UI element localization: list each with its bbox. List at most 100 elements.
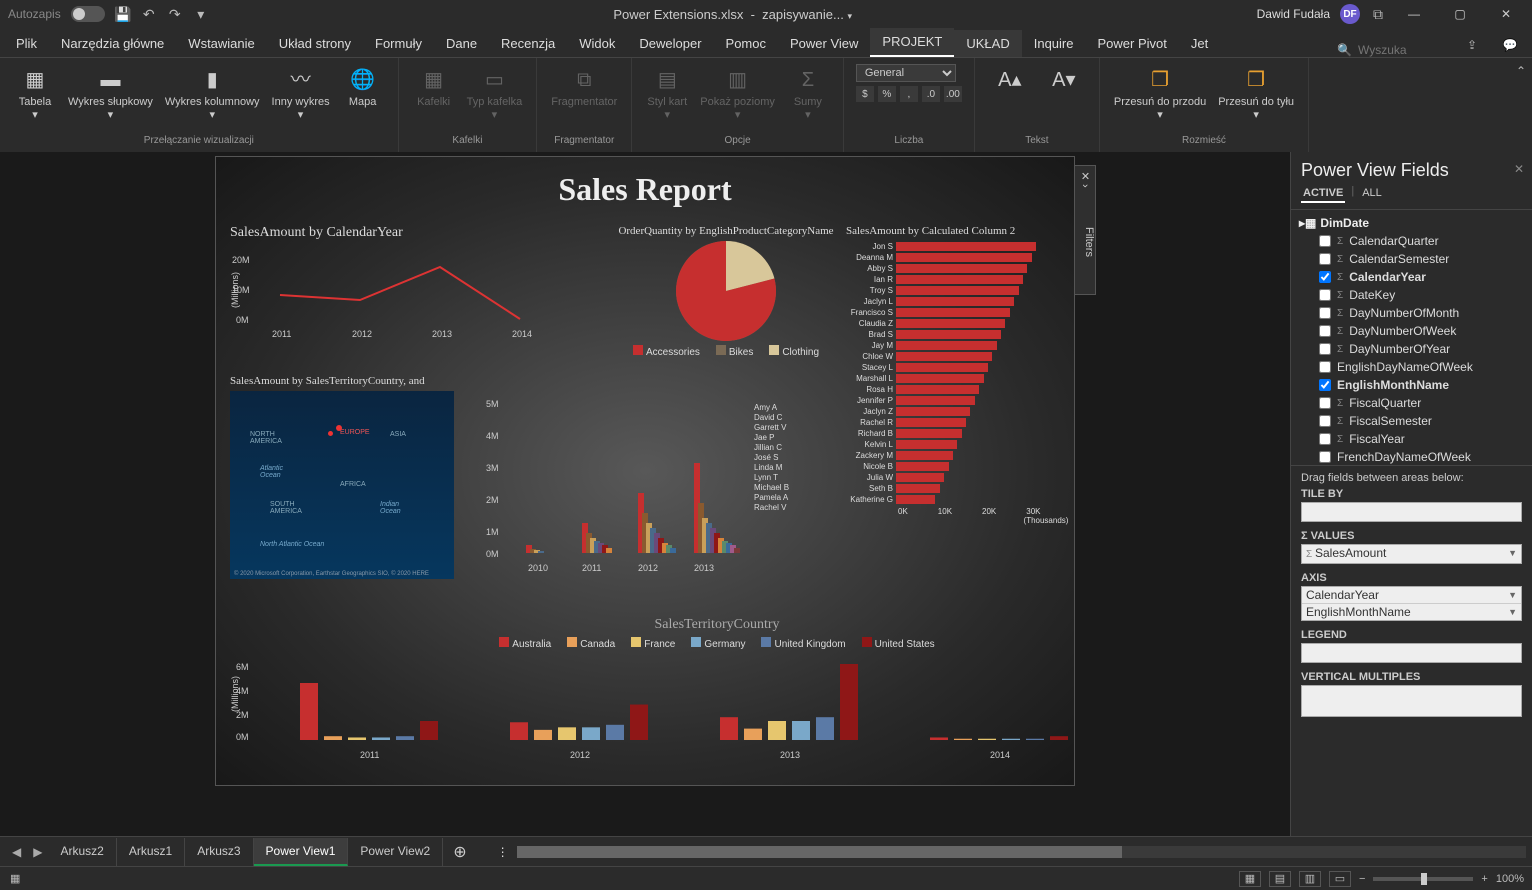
viz-wykres-słupkowy[interactable]: ▬Wykres słupkowy ▾ — [64, 62, 157, 126]
decrease-decimal-icon[interactable]: .00 — [944, 86, 962, 102]
fields-table-header[interactable]: ▸▦ DimDate — [1299, 214, 1524, 232]
ribbon-tab-narzędzia-główne[interactable]: Narzędzia główne — [49, 30, 176, 57]
sheet-menu-icon[interactable]: ⋮ — [497, 845, 509, 859]
viz-tabela[interactable]: ▦Tabela ▾ — [10, 62, 60, 126]
view-layout-icon[interactable]: ▤ — [1269, 871, 1291, 887]
report-canvas-area[interactable]: Sales Report ✕ › Filters SalesAmount by … — [0, 152, 1290, 836]
ribbon-tab-pomoc[interactable]: Pomoc — [714, 30, 778, 57]
field-item-CalendarQuarter[interactable]: ΣCalendarQuarter — [1299, 232, 1524, 250]
autosave-toggle[interactable] — [71, 6, 105, 22]
view-custom-icon[interactable]: ▭ — [1329, 871, 1351, 887]
add-sheet-button[interactable]: ⊕ — [443, 842, 476, 862]
sheet-tab-arkusz3[interactable]: Arkusz3 — [185, 838, 253, 866]
field-item-DayNumberOfWeek[interactable]: ΣDayNumberOfWeek — [1299, 322, 1524, 340]
share-icon[interactable]: ⇪ — [1458, 33, 1486, 57]
percent-icon[interactable]: % — [878, 86, 896, 102]
status-bar: ▦ ▦ ▤ ▥ ▭ − + 100% — [0, 866, 1532, 890]
fields-tab-active[interactable]: ACTIVE — [1301, 185, 1345, 203]
tileby-well[interactable] — [1301, 502, 1522, 522]
ribbon-tab-formuły[interactable]: Formuły — [363, 30, 434, 57]
field-item-FiscalQuarter[interactable]: ΣFiscalQuarter — [1299, 394, 1524, 412]
undo-icon[interactable]: ↶ — [141, 6, 157, 22]
hbar-row: Marshall L — [846, 373, 1206, 384]
sheet-tab-strip: ◀ ▶ Arkusz2Arkusz1Arkusz3Power View1Powe… — [0, 836, 1532, 866]
zoom-value[interactable]: 100% — [1496, 873, 1524, 885]
ribbon-tab-widok[interactable]: Widok — [567, 30, 627, 57]
sheet-nav-prev[interactable]: ◀ — [6, 845, 27, 859]
power-view-report[interactable]: Sales Report ✕ › Filters SalesAmount by … — [215, 156, 1075, 786]
axis-well[interactable]: CalendarYear▼EnglishMonthName▼ — [1301, 586, 1522, 621]
ribbon-tab-recenzja[interactable]: Recenzja — [489, 30, 567, 57]
collapse-ribbon-icon[interactable]: ⌃ — [1516, 58, 1532, 152]
user-avatar[interactable]: DF — [1340, 4, 1360, 24]
filters-expand-icon[interactable]: › — [1079, 184, 1091, 188]
ribbon-tab-inquire[interactable]: Inquire — [1022, 30, 1086, 57]
field-item-EnglishMonthName[interactable]: EnglishMonthName — [1299, 376, 1524, 394]
ribbon-tab-jet[interactable]: Jet — [1179, 30, 1220, 57]
zoom-slider[interactable] — [1373, 877, 1473, 881]
sheet-nav-next[interactable]: ▶ — [27, 845, 48, 859]
font-increase-button[interactable]: A▴ — [985, 62, 1035, 100]
ribbon-tab-projekt[interactable]: PROJEKT — [870, 28, 954, 57]
field-item-DayNumberOfMonth[interactable]: ΣDayNumberOfMonth — [1299, 304, 1524, 322]
viz-inny-wykres[interactable]: 〰Inny wykres ▾ — [268, 62, 334, 126]
fields-close-icon[interactable]: ✕ — [1506, 156, 1532, 182]
comma-icon[interactable]: , — [900, 86, 918, 102]
stacked-bar-chart[interactable]: 5M 4M 3M 2M 1M 0M 2010 2011 2012 2013 Am… — [486, 393, 986, 593]
sheet-tab-power-view1[interactable]: Power View1 — [254, 838, 349, 866]
sheet-tab-power-view2[interactable]: Power View2 — [348, 838, 443, 866]
vmult-well[interactable] — [1301, 685, 1522, 717]
minimize-button[interactable]: — — [1396, 0, 1432, 28]
view-break-icon[interactable]: ▥ — [1299, 871, 1321, 887]
field-item-FiscalYear[interactable]: ΣFiscalYear — [1299, 430, 1524, 448]
ribbon-tab-układ-strony[interactable]: Układ strony — [267, 30, 363, 57]
bring-forward-button[interactable]: ❐Przesuń do przodu ▾ — [1110, 62, 1210, 126]
ribbon-tab-deweloper[interactable]: Deweloper — [627, 30, 713, 57]
line-chart[interactable]: SalesAmount by CalendarYear 20M 10M 0M 2… — [230, 225, 560, 355]
sheet-tab-arkusz2[interactable]: Arkusz2 — [48, 838, 116, 866]
qat-dropdown-icon[interactable]: ▾ — [193, 6, 209, 22]
field-item-DayNumberOfYear[interactable]: ΣDayNumberOfYear — [1299, 340, 1524, 358]
view-normal-icon[interactable]: ▦ — [1239, 871, 1261, 887]
field-item-FrenchDayNameOfWeek[interactable]: FrenchDayNameOfWeek — [1299, 448, 1524, 465]
field-item-FiscalSemester[interactable]: ΣFiscalSemester — [1299, 412, 1524, 430]
filters-close-icon[interactable]: ✕ — [1079, 170, 1092, 183]
ribbon-tab-power-view[interactable]: Power View — [778, 30, 870, 57]
ribbon-display-icon[interactable]: ⧉ — [1370, 6, 1386, 22]
redo-icon[interactable]: ↷ — [167, 6, 183, 22]
close-button[interactable]: ✕ — [1488, 0, 1524, 28]
field-item-CalendarYear[interactable]: ΣCalendarYear — [1299, 268, 1524, 286]
pie-chart[interactable]: OrderQuantity by EnglishProductCategoryN… — [576, 225, 876, 375]
zoom-out-button[interactable]: − — [1359, 873, 1365, 885]
ribbon-tab-układ[interactable]: UKŁAD — [954, 30, 1021, 57]
ribbon-search-input[interactable] — [1358, 43, 1438, 57]
search-icon: 🔍 — [1337, 43, 1352, 57]
ribbon-tab-dane[interactable]: Dane — [434, 30, 489, 57]
fields-list[interactable]: ▸▦ DimDate ΣCalendarQuarterΣCalendarSeme… — [1291, 210, 1532, 465]
comments-icon[interactable]: 💬 — [1496, 33, 1524, 57]
fields-tab-all[interactable]: ALL — [1360, 185, 1384, 203]
ribbon-tab-plik[interactable]: Plik — [4, 30, 49, 57]
horizontal-scrollbar[interactable] — [517, 846, 1526, 858]
viz-wykres-kolumnowy[interactable]: ▮Wykres kolumnowy ▾ — [161, 62, 264, 126]
maximize-button[interactable]: ▢ — [1442, 0, 1478, 28]
save-icon[interactable]: 💾 — [115, 6, 131, 22]
hbar-row: Francisco S — [846, 307, 1206, 318]
viz-mapa[interactable]: 🌐Mapa — [338, 62, 388, 113]
sheet-tab-arkusz1[interactable]: Arkusz1 — [117, 838, 185, 866]
number-format-select[interactable]: General — [856, 64, 956, 82]
increase-decimal-icon[interactable]: .0 — [922, 86, 940, 102]
field-item-EnglishDayNameOfWeek[interactable]: EnglishDayNameOfWeek — [1299, 358, 1524, 376]
grouped-bar-chart[interactable]: SalesTerritoryCountry AustraliaCanadaFra… — [230, 617, 1204, 777]
field-item-DateKey[interactable]: ΣDateKey — [1299, 286, 1524, 304]
currency-icon[interactable]: $ — [856, 86, 874, 102]
ribbon-tab-power-pivot[interactable]: Power Pivot — [1085, 30, 1178, 57]
ribbon-tab-wstawianie[interactable]: Wstawianie — [176, 30, 266, 57]
font-decrease-button[interactable]: A▾ — [1039, 62, 1089, 100]
zoom-in-button[interactable]: + — [1481, 873, 1487, 885]
legend-well[interactable] — [1301, 643, 1522, 663]
map-chart[interactable]: SalesAmount by SalesTerritoryCountry, an… — [230, 375, 460, 575]
values-well[interactable]: Σ SalesAmount▼ — [1301, 544, 1522, 564]
send-backward-button[interactable]: ❐Przesuń do tyłu ▾ — [1214, 62, 1298, 126]
field-item-CalendarSemester[interactable]: ΣCalendarSemester — [1299, 250, 1524, 268]
